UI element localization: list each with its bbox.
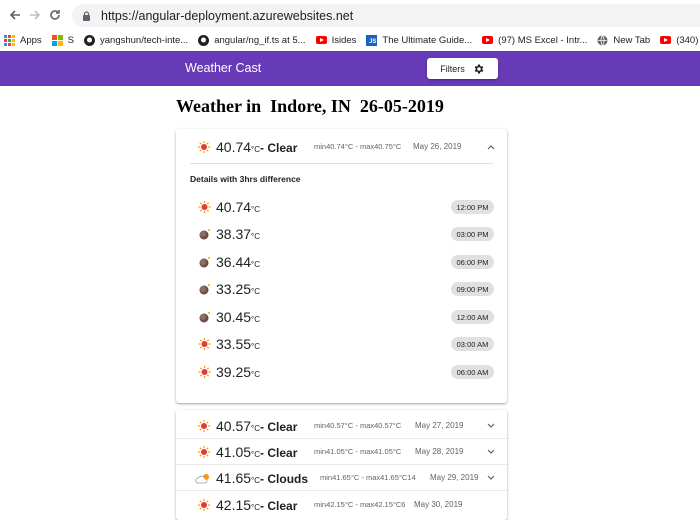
moon-icon bbox=[199, 257, 210, 268]
hour-temperature: 38.37°C bbox=[216, 226, 261, 242]
apps-grid-icon bbox=[4, 34, 15, 46]
back-arrow-icon[interactable] bbox=[4, 4, 26, 26]
filters-button[interactable]: Filters bbox=[427, 58, 498, 79]
time-chip: 03:00 AM bbox=[451, 337, 494, 351]
microsoft-icon bbox=[51, 34, 63, 46]
hour-temperature: 30.45°C bbox=[216, 309, 261, 325]
hour-row: 33.25°C 09:00 PM bbox=[176, 279, 507, 301]
page-title: Weather in Indore, IN 26-05-2019 bbox=[176, 96, 444, 116]
sun-icon bbox=[198, 366, 211, 378]
app-title: Weather Cast bbox=[185, 61, 262, 75]
day-min-max: min40.74°C - max40.75°C bbox=[314, 142, 402, 151]
time-chip: 06:00 AM bbox=[451, 365, 494, 379]
time-chip: 12:00 PM bbox=[451, 200, 494, 214]
day-panel-header-4[interactable]: 42.15 °C - Clear min42.15°C - max42.15°C6 … bbox=[176, 491, 507, 518]
filters-button-label: Filters bbox=[440, 63, 465, 74]
bookmark-new-tab[interactable]: New Tab bbox=[597, 35, 650, 46]
chevron-down-icon[interactable] bbox=[487, 473, 495, 483]
bookmark-apps[interactable]: Apps bbox=[4, 34, 42, 46]
bookmark-ng-if[interactable]: angular/ng_if.ts at 5... bbox=[198, 34, 306, 46]
hour-temperature: 36.44°C bbox=[216, 254, 261, 270]
url-bar[interactable]: https://angular-deployment.azurewebsites… bbox=[72, 4, 700, 27]
forward-arrow-icon[interactable] bbox=[24, 4, 46, 26]
hour-row: 30.45°C 12:00 AM bbox=[176, 307, 507, 329]
chevron-up-icon[interactable] bbox=[487, 142, 495, 152]
moon-icon bbox=[199, 312, 210, 323]
sun-icon bbox=[198, 445, 210, 458]
globe-icon bbox=[597, 34, 608, 46]
sun-icon bbox=[198, 201, 211, 213]
chevron-down-icon[interactable] bbox=[487, 421, 495, 431]
day-panel-header-3[interactable]: 41.65 °C - Clouds min41.65°C - max41.65°C1… bbox=[176, 464, 507, 491]
day-min-max: min41.05°C - max41.05°C bbox=[314, 447, 402, 456]
day-temperature: 41.05 °C - Clear bbox=[216, 443, 298, 460]
day-panel-header-0[interactable]: 40.74 °C - Clear min40.74°C - max40.75°C M… bbox=[176, 133, 507, 160]
github-icon bbox=[198, 34, 210, 46]
bookmark-tech-interview[interactable]: yangshun/tech-inte... bbox=[84, 34, 188, 46]
bookmark-isides[interactable]: Isides bbox=[315, 35, 356, 46]
github-icon bbox=[84, 34, 95, 46]
hour-row: 33.55°C 03:00 AM bbox=[176, 334, 507, 356]
day-date: May 28, 2019 bbox=[415, 447, 464, 456]
browser-address-bar: https://angular-deployment.azurewebsites… bbox=[0, 0, 700, 30]
lock-icon bbox=[82, 10, 91, 21]
bookmark-ultimate-guide[interactable]: JS The Ultimate Guide... bbox=[366, 34, 472, 46]
panel-divider bbox=[190, 163, 493, 164]
app-toolbar bbox=[0, 51, 700, 86]
day-min-max: min40.57°C - max40.57°C bbox=[314, 421, 402, 430]
details-title: Details with 3hrs difference bbox=[190, 174, 301, 184]
hour-row: 40.74°C 12:00 PM bbox=[176, 197, 507, 219]
bookmark-s[interactable]: S bbox=[51, 34, 74, 46]
chevron-down-icon[interactable] bbox=[487, 447, 495, 457]
bookmarks-bar: Apps S yangshun/tech-inte... angular/ng_… bbox=[0, 30, 700, 50]
sun-icon bbox=[198, 140, 210, 153]
url-text: https://angular-deployment.azurewebsites… bbox=[101, 8, 354, 23]
sun-icon bbox=[198, 498, 210, 511]
hour-temperature: 40.74°C bbox=[216, 199, 261, 215]
day-date: May 26, 2019 bbox=[413, 142, 462, 151]
time-chip: 03:00 PM bbox=[451, 227, 494, 241]
hour-temperature: 33.25°C bbox=[216, 281, 261, 297]
moon-icon bbox=[199, 229, 210, 240]
time-chip: 12:00 AM bbox=[451, 310, 494, 324]
sun-icon bbox=[198, 338, 211, 350]
day-temperature: 40.57 °C - Clear bbox=[216, 417, 298, 434]
sun-icon bbox=[198, 419, 210, 432]
gear-icon bbox=[473, 63, 485, 75]
youtube-icon bbox=[482, 35, 494, 46]
hour-row: 38.37°C 03:00 PM bbox=[176, 224, 507, 246]
day-temperature: 42.15 °C - Clear bbox=[216, 496, 298, 513]
hour-row: 36.44°C 06:00 PM bbox=[176, 252, 507, 274]
day-panel-header-1[interactable]: 40.57 °C - Clear min40.57°C - max40.57°C M… bbox=[176, 412, 507, 439]
youtube-icon bbox=[660, 35, 672, 46]
hour-row: 39.25°C 06:00 AM bbox=[176, 362, 507, 384]
day-temperature: 41.65 °C - Clouds bbox=[216, 469, 309, 486]
day-date: May 29, 2019 bbox=[430, 473, 479, 482]
day-min-max: min42.15°C - max42.15°C6 bbox=[314, 500, 406, 509]
moon-icon bbox=[199, 284, 210, 295]
bookmark-340[interactable]: (340) Yo bbox=[660, 35, 700, 46]
day-panel-header-2[interactable]: 41.05 °C - Clear min41.05°C - max41.05°C M… bbox=[176, 438, 507, 465]
youtube-icon bbox=[315, 35, 327, 46]
day-date: May 30, 2019 bbox=[414, 500, 463, 509]
hour-temperature: 33.55°C bbox=[216, 336, 261, 352]
day-min-max: min41.65°C - max41.65°C14 bbox=[320, 473, 416, 482]
bookmark-ms-excel[interactable]: (97) MS Excel - Intr... bbox=[482, 35, 587, 46]
time-chip: 09:00 PM bbox=[451, 282, 494, 296]
reload-icon[interactable] bbox=[44, 4, 66, 26]
time-chip: 06:00 PM bbox=[451, 255, 494, 269]
day-temperature: 40.74 °C - Clear bbox=[216, 138, 298, 155]
day-date: May 27, 2019 bbox=[415, 421, 464, 430]
js-icon: JS bbox=[366, 34, 378, 46]
cloud-sun-icon bbox=[195, 473, 209, 483]
hour-temperature: 39.25°C bbox=[216, 364, 261, 380]
